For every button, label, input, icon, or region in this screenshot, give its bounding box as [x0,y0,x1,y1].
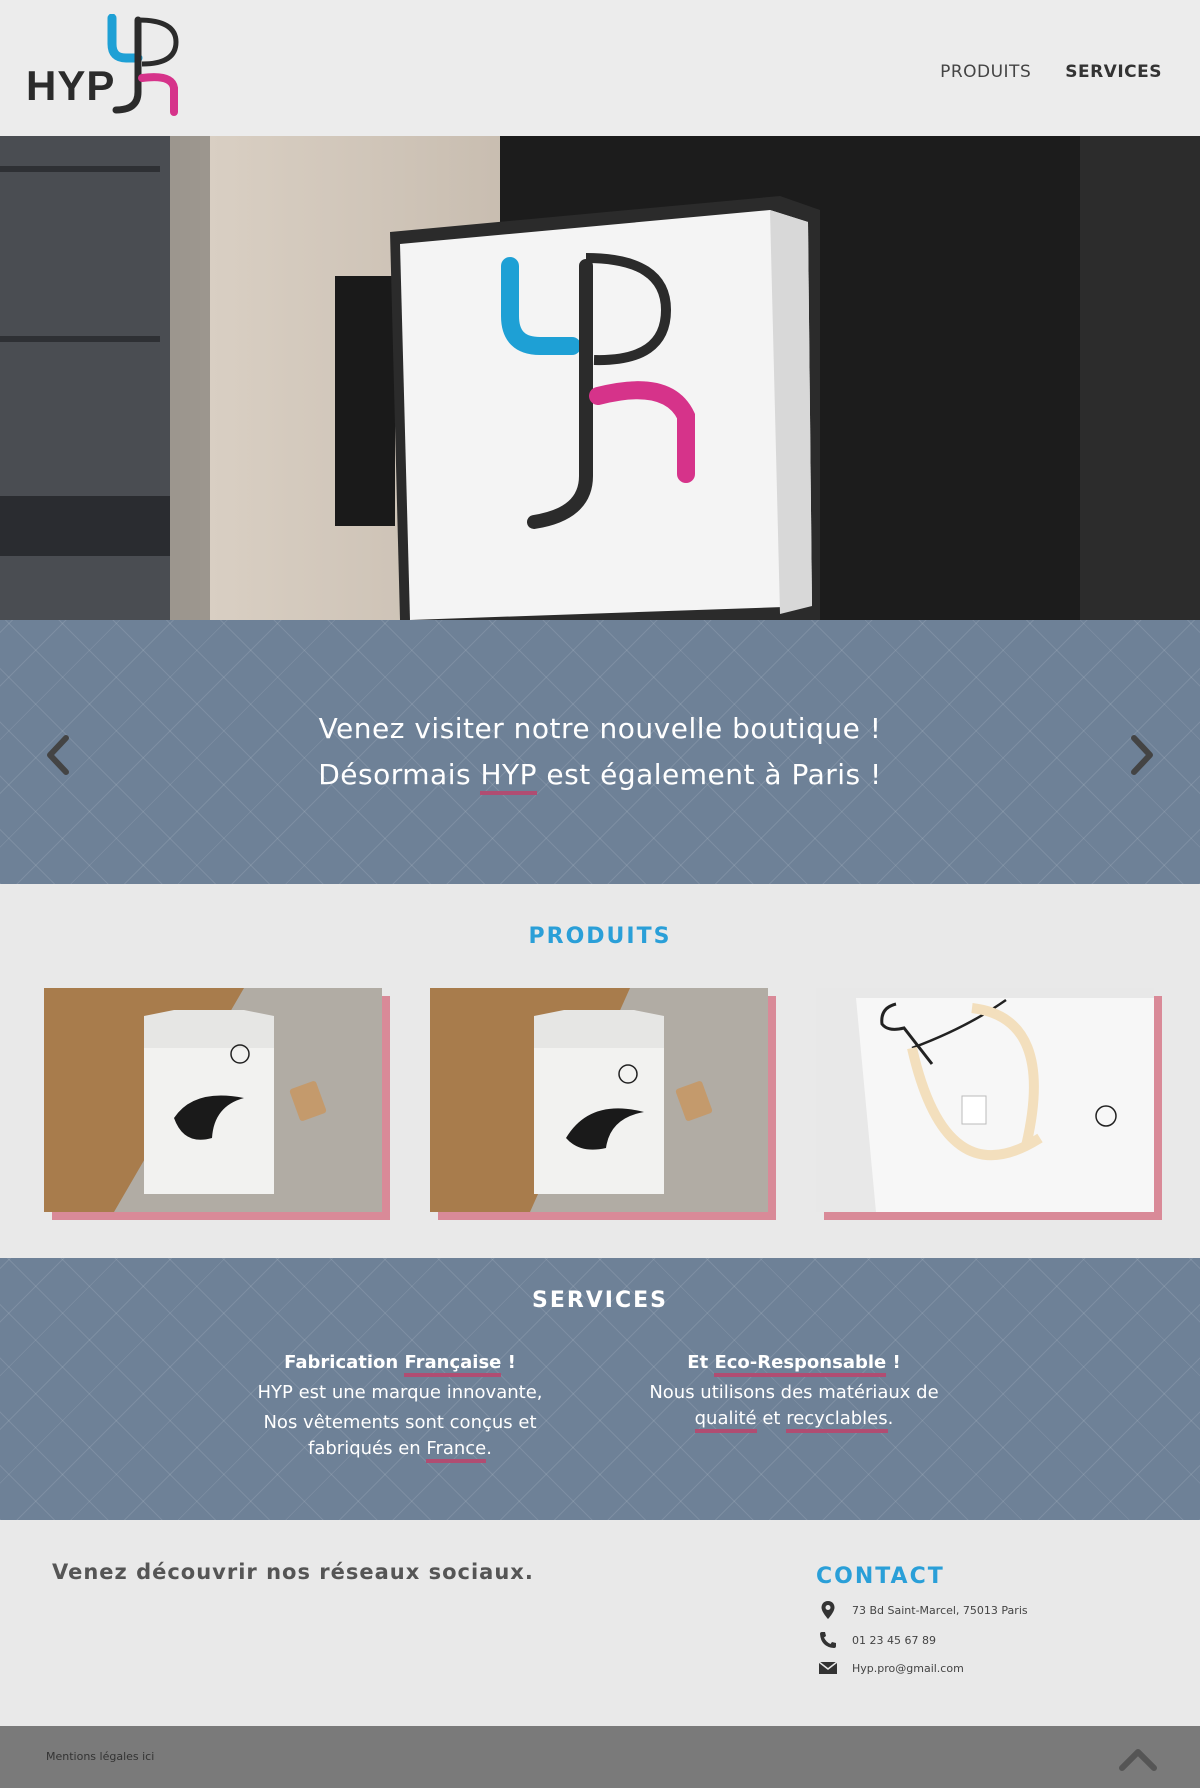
service-heading: Fabrication Française ! [230,1350,570,1377]
slider-line-1: Venez visiter notre nouvelle boutique ! [318,712,882,745]
service-text: HYP est une marque innovante, [257,1382,543,1403]
footer-bar: Mentions légales ici [0,1726,1200,1788]
product-image [44,988,382,1212]
services-section: SERVICES Fabrication Française ! HYP est… [0,1258,1200,1520]
nav-link-produits[interactable]: PRODUITS [940,62,1031,82]
back-to-top-button[interactable] [1116,1744,1160,1774]
produits-heading: PRODUITS [528,924,672,949]
envelope-icon [818,1661,838,1674]
service-heading: Et Eco-Responsable ! [624,1350,964,1377]
contact-address: 73 Bd Saint-Marcel, 75013 Paris [818,1600,1028,1620]
site-header: HYP PRODUITS SERVICES [0,0,1200,136]
product-card[interactable] [44,988,390,1220]
service-fabrication: Fabrication Française ! HYP est une marq… [230,1350,570,1466]
product-image [816,988,1154,1212]
hero-image [0,136,1200,620]
contact-phone[interactable]: 01 23 45 67 89 [818,1630,936,1650]
service-text: Nous utilisons des matériaux de qualité e… [624,1380,964,1433]
brand-logo[interactable]: HYP [22,14,182,122]
chevron-up-icon [1119,1749,1157,1771]
social-callout: Venez découvrir nos réseaux sociaux. [52,1560,534,1584]
brand-highlight: HYP [480,758,538,795]
chevron-right-icon [1131,735,1153,775]
service-text: Nos vêtements sont conçus et fabriqués en… [230,1410,570,1463]
announcement-slider: Venez visiter notre nouvelle boutique ! … [0,620,1200,884]
service-eco: Et Eco-Responsable ! Nous utilisons des … [624,1350,964,1436]
slider-line-2: Désormais HYP est également à Paris ! [0,752,1200,798]
slider-message: Venez visiter notre nouvelle boutique ! … [0,706,1200,798]
contact-email[interactable]: Hyp.pro@gmail.com [818,1658,964,1678]
services-heading: SERVICES [531,1288,669,1313]
nav-link-services[interactable]: SERVICES [1065,62,1162,82]
main-nav: PRODUITS SERVICES [940,62,1162,82]
product-image [430,988,768,1212]
product-card[interactable] [816,988,1162,1220]
phone-icon [820,1632,836,1648]
contact-heading: CONTACT [816,1564,945,1589]
legal-link[interactable]: Mentions légales ici [46,1750,154,1763]
product-card[interactable] [430,988,776,1220]
slider-next-button[interactable] [1124,730,1160,780]
location-pin-icon [821,1601,835,1619]
logo-monogram-icon [107,14,179,116]
